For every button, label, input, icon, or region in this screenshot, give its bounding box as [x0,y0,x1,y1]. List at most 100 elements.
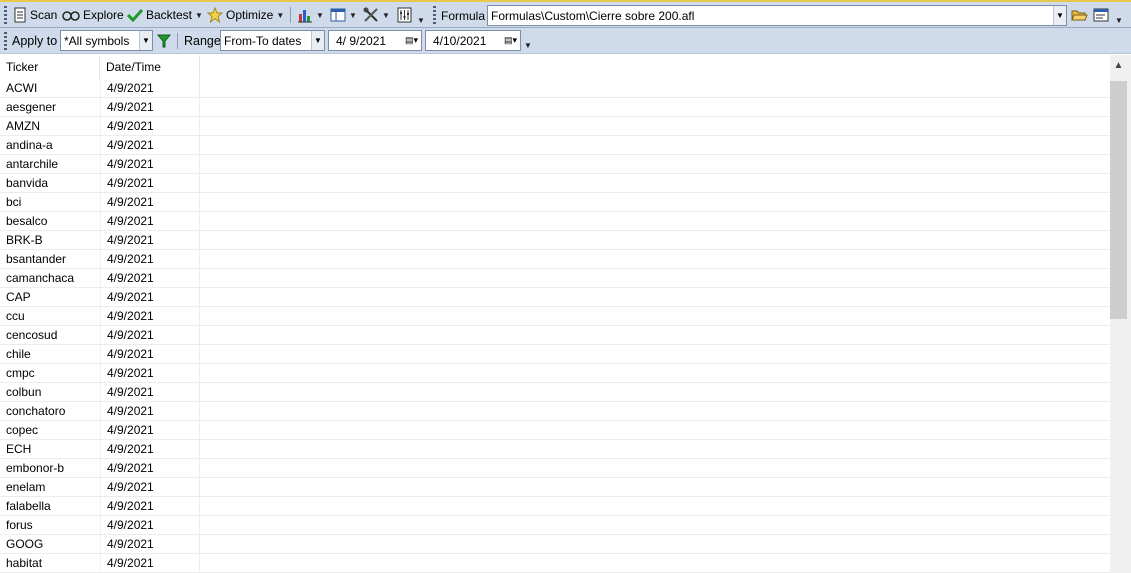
from-date-picker[interactable]: 4/ 9/2021 ▤▾ [328,30,422,51]
chevron-down-icon[interactable]: ▼ [139,31,152,50]
table-row[interactable]: habitat 4/9/2021 [0,554,1110,573]
table-row[interactable]: BRK-B 4/9/2021 [0,231,1110,250]
ticker-cell: embonor-b [6,461,65,475]
backtest-button[interactable]: Backtest ▼ [127,5,203,25]
table-row[interactable]: bsantander 4/9/2021 [0,250,1110,269]
table-row[interactable]: besalco 4/9/2021 [0,212,1110,231]
ticker-cell: forus [6,518,33,532]
ticker-cell: colbun [6,385,42,399]
toolbar-grip[interactable] [4,32,7,50]
calendar-dropdown-icon[interactable]: ▤▾ [504,35,517,46]
ticker-cell: andina-a [6,138,53,152]
range-label: Range [184,34,221,48]
from-date-value: 4/ 9/2021 [336,33,387,48]
ticker-cell: AMZN [6,119,40,133]
table-row[interactable]: colbun 4/9/2021 [0,383,1110,402]
toolbar-overflow-button[interactable]: ▼ [417,10,425,30]
settings-button[interactable]: ▼ [363,5,390,25]
optimize-label: Optimize [226,8,274,22]
datetime-cell: 4/9/2021 [100,345,200,363]
range-select[interactable]: From-To dates ▼ [220,30,325,51]
table-row[interactable]: ACWI 4/9/2021 [0,79,1110,98]
chevron-down-icon[interactable]: ▼ [311,31,324,50]
ticker-cell: bci [6,195,22,209]
open-folder-icon [1071,10,1088,21]
table-row[interactable]: chile 4/9/2021 [0,345,1110,364]
datetime-cell: 4/9/2021 [100,117,200,135]
table-row[interactable]: enelam 4/9/2021 [0,478,1110,497]
edit-formula-button[interactable] [1093,5,1109,25]
scan-icon [14,7,26,23]
datetime-cell: 4/9/2021 [100,79,200,97]
table-row[interactable]: CAP 4/9/2021 [0,288,1110,307]
toolbar-overflow-button[interactable]: ▼ [524,35,532,55]
datetime-cell: 4/9/2021 [100,497,200,515]
table-row[interactable]: copec 4/9/2021 [0,421,1110,440]
vertical-scrollbar[interactable]: ▲ [1110,55,1131,573]
open-formula-button[interactable] [1071,5,1088,25]
range-value: From-To dates [224,33,302,48]
analysis-toolbar: Scan Explore Backtest ▼ Optimize ▼ ▼ ▼ ▼… [0,0,1131,28]
calendar-dropdown-icon[interactable]: ▤▾ [405,35,418,46]
column-header-datetime[interactable]: Date/Time [100,55,200,79]
chevron-down-icon[interactable]: ▼ [316,11,324,20]
ticker-cell: GOOG [6,537,44,551]
parameters-button[interactable] [397,5,412,25]
toolbar-grip[interactable] [4,6,7,24]
column-header-ticker[interactable]: Ticker [0,55,100,79]
chevron-down-icon[interactable]: ▼ [382,11,390,20]
table-row[interactable]: AMZN 4/9/2021 [0,117,1110,136]
datetime-cell: 4/9/2021 [100,459,200,477]
table-row[interactable]: falabella 4/9/2021 [0,497,1110,516]
table-row[interactable]: ECH 4/9/2021 [0,440,1110,459]
table-row[interactable]: antarchile 4/9/2021 [0,155,1110,174]
table-row[interactable]: bci 4/9/2021 [0,193,1110,212]
table-row[interactable]: andina-a 4/9/2021 [0,136,1110,155]
datetime-cell: 4/9/2021 [100,98,200,116]
table-row[interactable]: camanchaca 4/9/2021 [0,269,1110,288]
ticker-cell: enelam [6,480,46,494]
explore-button[interactable]: Explore [62,5,124,25]
ticker-cell: camanchaca [6,271,75,285]
chevron-down-icon[interactable]: ▼ [276,11,284,20]
table-row[interactable]: cmpc 4/9/2021 [0,364,1110,383]
table-row[interactable]: ccu 4/9/2021 [0,307,1110,326]
chevron-down-icon[interactable]: ▼ [195,11,203,20]
table-row[interactable]: banvida 4/9/2021 [0,174,1110,193]
table-row[interactable]: cencosud 4/9/2021 [0,326,1110,345]
table-row[interactable]: conchatoro 4/9/2021 [0,402,1110,421]
to-date-picker[interactable]: 4/10/2021 ▤▾ [425,30,521,51]
apply-to-value: *All symbols [64,33,130,48]
apply-to-select[interactable]: *All symbols ▼ [60,30,153,51]
apply-to-label: Apply to [12,34,58,48]
datetime-cell: 4/9/2021 [100,212,200,230]
scrollbar-thumb[interactable] [1110,81,1127,319]
datetime-cell: 4/9/2021 [100,364,200,382]
backtest-label: Backtest [146,8,193,22]
toolbar-grip[interactable] [433,6,436,24]
chevron-down-icon[interactable]: ▼ [349,11,357,20]
datetime-cell: 4/9/2021 [100,478,200,496]
scan-label: Scan [30,8,58,22]
scan-button[interactable]: Scan [13,5,57,25]
table-row[interactable]: GOOG 4/9/2021 [0,535,1110,554]
scroll-up-icon[interactable]: ▲ [1110,55,1127,75]
filter-icon [157,34,171,48]
toolbar-overflow-button[interactable]: ▼ [1115,10,1123,30]
datetime-cell: 4/9/2021 [100,174,200,192]
table-row[interactable]: embonor-b 4/9/2021 [0,459,1110,478]
table-row[interactable]: forus 4/9/2021 [0,516,1110,535]
filter-button[interactable] [157,31,171,51]
ticker-cell: chile [6,347,31,361]
chevron-down-icon[interactable]: ▼ [1053,6,1066,25]
toolbar-separator [177,33,178,49]
table-row[interactable]: aesgener 4/9/2021 [0,98,1110,117]
datetime-cell: 4/9/2021 [100,269,200,287]
datetime-cell: 4/9/2021 [100,288,200,306]
chart-report-button[interactable]: ▼ [297,5,324,25]
ticker-cell: copec [6,423,39,437]
formula-path-select[interactable]: Formulas\Custom\Cierre sobre 200.afl ▼ [487,5,1067,26]
toolbar-separator [290,7,291,23]
results-view-button[interactable]: ▼ [330,5,357,25]
optimize-button[interactable]: Optimize ▼ [207,5,284,25]
